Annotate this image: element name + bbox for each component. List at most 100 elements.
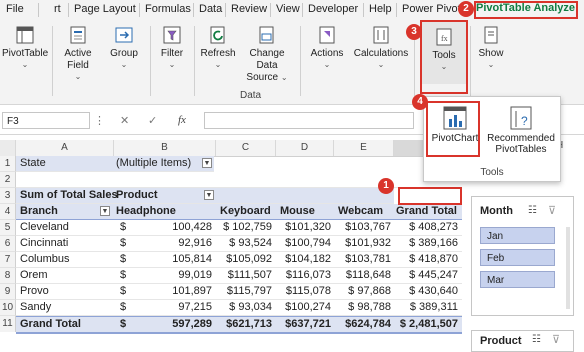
slicer-item-month[interactable]: Mar [480,271,555,288]
clear-filter-icon[interactable]: ⊽ [552,333,560,346]
menu-help[interactable]: Help [369,3,392,15]
value-cell[interactable]: $103,781 [332,252,391,267]
value-cell[interactable]: $ 93,524 [212,236,272,251]
select-all-corner[interactable] [0,140,16,156]
multi-select-icon[interactable]: ☷ [532,334,541,345]
column-header[interactable]: A [16,140,114,156]
value-cell[interactable]: 99,019 [126,268,212,283]
menu-formulas[interactable]: Formulas [145,3,191,15]
value-cell[interactable]: $115,078 [274,284,331,299]
value-cell[interactable]: 100,428 [126,220,212,235]
row-header[interactable]: 10 [0,300,16,316]
filter-button[interactable]: Filter ⌄ [154,24,190,70]
row-header[interactable]: 3 [0,188,16,204]
branch-cell[interactable]: Columbus [20,252,70,267]
row-header[interactable]: 4 [0,204,16,220]
value-cell[interactable]: $111,507 [212,268,272,283]
filter-value[interactable]: (Multiple Items) [116,156,191,171]
menu-file[interactable]: File [6,3,24,15]
total-cell[interactable]: 597,289 [126,317,212,332]
column-header[interactable]: D [276,140,334,156]
menu-power-pivot[interactable]: Power Pivot [402,3,461,15]
row-header[interactable]: 9 [0,284,16,300]
value-cell[interactable]: $ 102,759 [212,220,272,235]
total-cell[interactable]: $624,784 [332,317,391,332]
slicer-item-month[interactable]: Feb [480,249,555,266]
menu-data[interactable]: Data [199,3,222,15]
value-cell[interactable]: 92,916 [126,236,212,251]
insert-function-icon[interactable]: fx [178,114,186,126]
change-data-source-button[interactable]: Change Data Source ⌄ [238,24,296,84]
slicer-item-month[interactable]: Jan [480,227,555,244]
column-header[interactable]: B [114,140,216,156]
row-header[interactable]: 5 [0,220,16,236]
value-cell[interactable]: 105,814 [126,252,212,267]
value-cell[interactable]: $ 408,273 [394,220,458,235]
group-separator [300,26,301,96]
value-cell[interactable]: $ 445,247 [394,268,458,283]
value-cell[interactable]: $115,797 [212,284,272,299]
multi-select-icon[interactable]: ☷ [528,205,537,216]
row-header[interactable]: 1 [0,156,16,172]
column-field-dropdown-icon[interactable]: ▼ [204,190,214,200]
total-cell[interactable]: $637,721 [274,317,331,332]
value-cell[interactable]: $ 389,311 [394,300,458,315]
row-header[interactable]: 7 [0,252,16,268]
branch-cell[interactable]: Sandy [20,300,51,315]
value-cell[interactable]: $101,320 [274,220,331,235]
value-cell[interactable]: $104,182 [274,252,331,267]
row-header[interactable]: 2 [0,172,16,188]
filter-dropdown-icon[interactable]: ▼ [202,158,212,168]
value-cell[interactable]: $ 430,640 [394,284,458,299]
menu-review[interactable]: Review [231,3,267,15]
column-header[interactable]: C [216,140,276,156]
row-header[interactable]: 6 [0,236,16,252]
row-header[interactable]: 11 [0,316,16,332]
show-label: Show [478,48,504,59]
active-field-button[interactable]: Active Field ⌄ [56,24,100,82]
recommended-pivottables-button[interactable]: ? Recommended PivotTables [486,103,556,161]
total-cell[interactable]: $ 2,481,507 [394,317,458,332]
value-cell[interactable]: $ 389,166 [394,236,458,251]
refresh-button[interactable]: Refresh ⌄ [198,24,238,70]
value-cell[interactable]: $118,648 [332,268,391,283]
value-cell[interactable]: $116,073 [274,268,331,283]
clear-filter-icon[interactable]: ⊽ [548,204,556,217]
row-field-dropdown-icon[interactable]: ▼ [100,206,110,216]
branch-cell[interactable]: Cincinnati [20,236,68,251]
name-box[interactable]: F3 [2,112,90,129]
menu-page-layout[interactable]: Page Layout [74,3,136,15]
value-cell[interactable]: $ 93,034 [212,300,272,315]
value-cell[interactable]: 97,215 [126,300,212,315]
pivottable-button[interactable]: PivotTable ⌄ [2,24,48,70]
change-data-source-icon [256,24,278,46]
calculations-button[interactable]: Calculations ⌄ [352,24,410,70]
menu-developer[interactable]: Developer [308,3,358,15]
value-cell[interactable]: $ 98,788 [332,300,391,315]
value-cell[interactable]: 101,897 [126,284,212,299]
branch-cell[interactable]: Cleveland [20,220,69,235]
value-cell[interactable]: $101,932 [332,236,391,251]
value-cell[interactable]: $100,274 [274,300,331,315]
value-cell[interactable]: $103,767 [332,220,391,235]
column-header[interactable]: E [334,140,394,156]
total-cell[interactable]: $621,713 [212,317,272,332]
value-cell[interactable]: $105,092 [212,252,272,267]
grand-total-label[interactable]: Grand Total [20,317,81,332]
value-cell[interactable]: $ 97,868 [332,284,391,299]
formula-input[interactable] [204,112,414,129]
branch-cell[interactable]: Provo [20,284,49,299]
show-button[interactable]: Show ⌄ [474,24,508,70]
chevron-down-icon: ⌄ [21,60,29,69]
actions-button[interactable]: Actions ⌄ [304,24,350,70]
check-icon[interactable]: ✓ [148,114,157,127]
menu-view[interactable]: View [276,3,300,15]
group-button[interactable]: Group ⌄ [104,24,144,70]
menu-insert[interactable]: rt [54,3,61,15]
row-header[interactable]: 8 [0,268,16,284]
branch-cell[interactable]: Orem [20,268,48,283]
cancel-icon[interactable]: ✕ [120,114,129,127]
slicer-scrollbar[interactable] [566,227,570,309]
value-cell[interactable]: $ 418,870 [394,252,458,267]
value-cell[interactable]: $100,794 [274,236,331,251]
